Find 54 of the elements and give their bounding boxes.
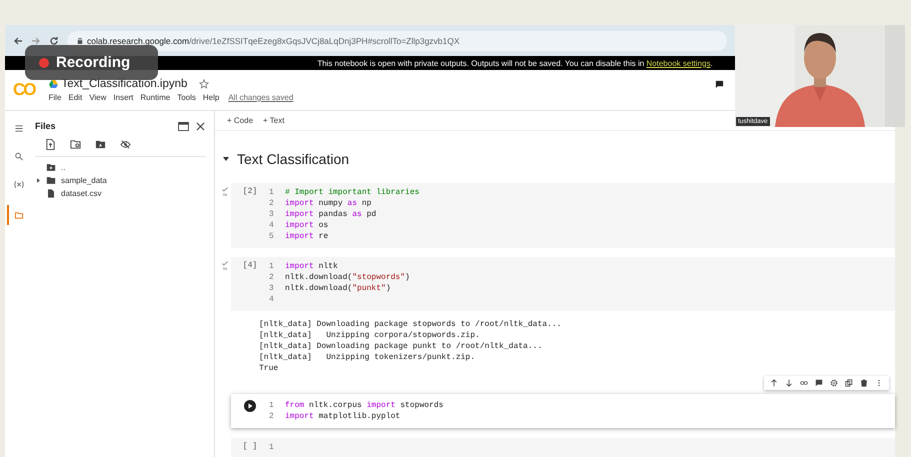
- code-line: nltk.download("punkt"): [285, 283, 391, 294]
- line-number: 1: [269, 442, 275, 453]
- code-line: import pandas as pd: [285, 209, 376, 220]
- execution-count: [2]: [242, 187, 258, 198]
- panel-title: Files: [35, 121, 57, 131]
- line-number: 1: [269, 400, 275, 411]
- menu-item[interactable]: Tools: [177, 93, 196, 102]
- code-line: nltk.download("stopwords"): [285, 272, 410, 283]
- line-number: 1: [269, 261, 275, 272]
- code-cell[interactable]: [4] 1 import nltk 2 nltk.download("stopwords") 3 nltk.download("punkt") 4: [231, 257, 895, 311]
- output-line: [nltk_data] Downloading package stopwords to /root/nltk_data...: [259, 319, 562, 330]
- code-cell[interactable]: [2] 1 # Import important libraries 2 import numpy as np 3 import pandas as pd 4 import os 5 import re: [231, 183, 895, 248]
- code-line: import re: [285, 231, 328, 242]
- output-line: [nltk_data] Downloading package punkt to /root/nltk_data...: [259, 341, 544, 352]
- code-line: import nltk: [285, 261, 338, 272]
- notebook-title[interactable]: Text_Classification.ipynb: [62, 78, 188, 90]
- code-line: import matplotlib.pyplot: [285, 411, 400, 422]
- section-heading: Text Classification: [237, 151, 350, 167]
- banner-text: This notebook is open with private outputs. Outputs will not be saved. You can disable this in Notebook settings.: [317, 58, 713, 68]
- code-line: import os: [285, 220, 328, 231]
- line-number: 5: [269, 231, 275, 242]
- recording-label: Recording: [56, 54, 130, 71]
- notebook-settings-link[interactable]: Notebook settings: [646, 58, 710, 68]
- line-number: 3: [269, 209, 275, 220]
- menu-item[interactable]: Help: [202, 93, 220, 102]
- menu-item[interactable]: File: [48, 93, 62, 102]
- file-name[interactable]: sample_data: [61, 176, 107, 185]
- save-status[interactable]: All changes saved: [228, 93, 294, 102]
- line-number: 3: [269, 283, 275, 294]
- menu-item[interactable]: Edit: [68, 93, 82, 102]
- menu-item[interactable]: View: [89, 93, 106, 102]
- logo: CO: [13, 80, 34, 100]
- output-line: [nltk_data] Unzipping corpora/stopwords.zip.: [259, 330, 481, 341]
- file-name[interactable]: ..: [61, 163, 66, 172]
- code-cell[interactable]: [ ] 1: [231, 438, 895, 457]
- menu-item[interactable]: Insert: [113, 93, 134, 102]
- output-line: [nltk_data] Unzipping tokenizers/punkt.zip.: [259, 352, 476, 363]
- line-number: 4: [269, 220, 275, 231]
- line-number: 2: [269, 198, 275, 209]
- address-bar[interactable]: colab.research.google.com/drive/1eZfSSITqeEzeg8xGqsJVCj8aLqDnj3PH#scrollTo=Zllp3gzvb1QX: [67, 30, 727, 50]
- add-cell-button[interactable]: + Code: [227, 116, 254, 125]
- execution-count: [ ]: [242, 442, 258, 453]
- file-name[interactable]: dataset.csv: [61, 189, 102, 198]
- line-number: 2: [269, 411, 275, 422]
- code-line: import numpy as np: [285, 198, 372, 209]
- output-line: True: [259, 363, 280, 374]
- line-number: 2: [269, 272, 275, 283]
- line-number: 1: [269, 187, 275, 198]
- line-number: 4: [269, 294, 275, 305]
- menu-item[interactable]: Runtime: [140, 93, 170, 102]
- add-cell-button[interactable]: + Text: [263, 116, 284, 125]
- code-line: from nltk.corpus import stopwords: [285, 400, 444, 411]
- code-line: # Import important libraries: [285, 187, 420, 198]
- execution-count: [4]: [242, 261, 258, 272]
